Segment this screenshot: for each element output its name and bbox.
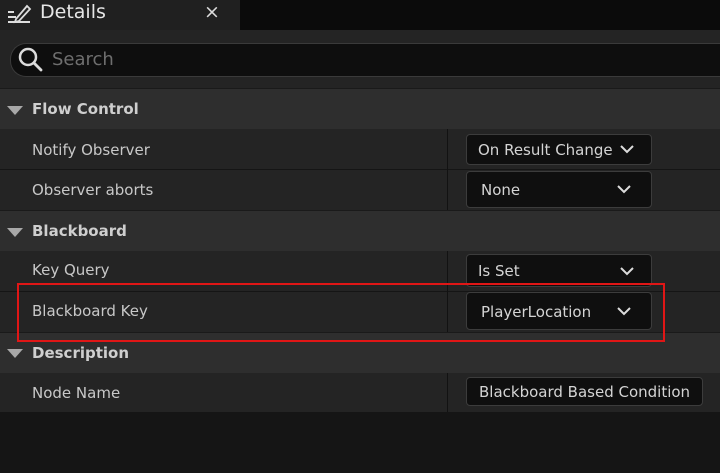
category-label: Description: [32, 344, 130, 362]
details-tab[interactable]: Details ×: [0, 0, 240, 30]
collapse-arrow-icon[interactable]: [7, 106, 23, 115]
tab-bar: Details ×: [0, 0, 720, 30]
category-label: Flow Control: [32, 100, 139, 118]
dropdown-value: On Result Change: [478, 141, 613, 159]
close-icon[interactable]: ×: [203, 0, 221, 24]
property-name: Observer aborts: [32, 181, 154, 199]
property-name: Notify Observer: [32, 141, 150, 159]
node-name-field[interactable]: Blackboard Based Condition: [466, 377, 703, 406]
highlight-annotation: [17, 283, 665, 342]
category-label: Blackboard: [32, 222, 127, 240]
property-name: Key Query: [32, 261, 110, 279]
category-blackboard[interactable]: Blackboard: [0, 210, 720, 251]
chevron-down-icon: [620, 267, 634, 276]
property-name: Node Name: [32, 384, 121, 402]
tab-title: Details: [40, 1, 106, 23]
observer-aborts-dropdown[interactable]: None: [466, 171, 652, 208]
column-divider[interactable]: [447, 373, 448, 412]
category-flow-control[interactable]: Flow Control: [0, 88, 720, 129]
edit-details-icon: [8, 4, 32, 24]
collapse-arrow-icon[interactable]: [7, 228, 23, 237]
notify-observer-dropdown[interactable]: On Result Change: [466, 134, 652, 165]
chevron-down-icon: [620, 145, 634, 154]
chevron-down-icon: [617, 185, 631, 194]
dropdown-value: None: [481, 181, 521, 199]
field-value: Blackboard Based Condition: [479, 383, 691, 401]
column-divider[interactable]: [447, 129, 448, 210]
dropdown-value: Is Set: [478, 262, 520, 280]
collapse-arrow-icon[interactable]: [7, 349, 23, 358]
search-input[interactable]: [52, 46, 652, 72]
empty-panel-area: [0, 412, 720, 473]
search-icon: [18, 47, 43, 72]
